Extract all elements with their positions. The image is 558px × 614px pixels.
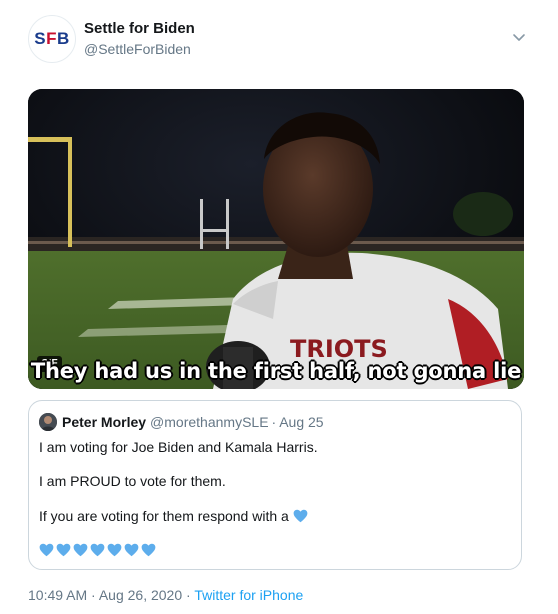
quoted-separator: · <box>271 414 277 430</box>
quoted-avatar-image <box>39 413 57 431</box>
blue-heart-icon <box>107 543 122 557</box>
quoted-text-line: If you are voting for them respond with … <box>39 508 308 524</box>
chevron-down-icon[interactable] <box>512 30 526 44</box>
tweet-source-link[interactable]: Twitter for iPhone <box>194 587 303 603</box>
gif-subtitle: They had us in the first half, not gonna… <box>30 359 522 383</box>
tweet-header: SFB Settle for Biden @SettleForBiden <box>28 14 532 70</box>
avatar-letter-s: S <box>34 29 47 48</box>
blue-heart-icon <box>293 509 308 523</box>
quoted-display-name[interactable]: Peter Morley <box>62 414 146 430</box>
gif-media[interactable]: TRIOTS GIF They had us in the first half… <box>28 89 524 389</box>
gif-frame-image: TRIOTS <box>28 89 524 389</box>
author-handle[interactable]: @SettleForBiden <box>84 40 195 58</box>
quoted-handle[interactable]: @morethanmySLE <box>150 414 268 430</box>
quoted-avatar[interactable] <box>39 413 57 431</box>
avatar-letter-f: F <box>46 29 57 48</box>
footer-separator: · <box>186 587 191 603</box>
blue-heart-icon <box>124 543 139 557</box>
blue-heart-icon <box>90 543 105 557</box>
quoted-tweet[interactable]: Peter Morley @morethanmySLE · Aug 25 I a… <box>28 400 522 570</box>
quoted-date[interactable]: Aug 25 <box>279 414 323 430</box>
avatar[interactable]: SFB <box>28 15 76 63</box>
blue-heart-icon <box>141 543 156 557</box>
author-display-name[interactable]: Settle for Biden <box>84 20 195 38</box>
quoted-tweet-header: Peter Morley @morethanmySLE · Aug 25 <box>39 412 324 432</box>
blue-hearts-row <box>39 543 156 557</box>
quoted-text-line-3: If you are voting for them respond with … <box>39 508 289 524</box>
tweet-timestamp[interactable]: 10:49 AM · Aug 26, 2020 <box>28 587 182 603</box>
blue-heart-icon <box>73 543 88 557</box>
avatar-letter-b: B <box>56 29 70 48</box>
blue-heart-icon <box>39 543 54 557</box>
quoted-text-line: I am voting for Joe Biden and Kamala Har… <box>39 439 318 455</box>
author-info: Settle for Biden @SettleForBiden <box>84 20 195 58</box>
quoted-text-line: I am PROUD to vote for them. <box>39 473 226 489</box>
blue-heart-icon <box>56 543 71 557</box>
tweet-footer: 10:49 AM · Aug 26, 2020 · Twitter for iP… <box>28 587 303 603</box>
